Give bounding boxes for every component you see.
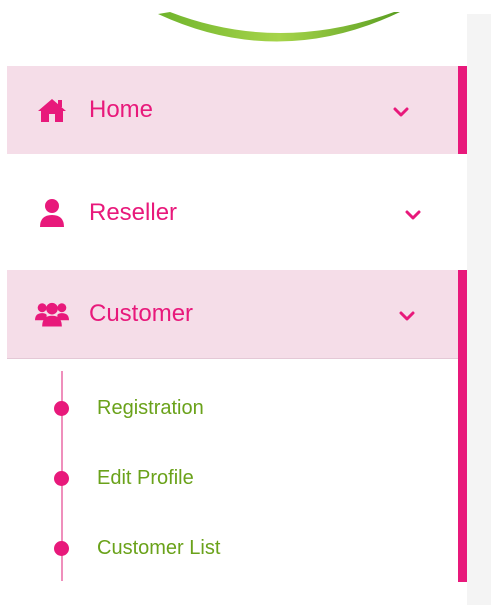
active-indicator — [458, 270, 467, 582]
bullet-dot-icon — [54, 541, 69, 556]
chevron-down-icon — [393, 107, 409, 117]
submenu-item-customer-list[interactable]: Customer List — [7, 528, 447, 568]
user-icon — [35, 198, 69, 228]
content-area — [467, 14, 491, 605]
bullet-dot-icon — [54, 401, 69, 416]
chevron-down-icon — [405, 210, 421, 220]
submenu-item-registration[interactable]: Registration — [7, 388, 447, 428]
sidebar-item-label: Customer — [89, 300, 194, 327]
sidebar-item-reseller[interactable]: Reseller — [7, 174, 458, 256]
submenu-item-label: Registration — [97, 397, 204, 419]
submenu-item-edit-profile[interactable]: Edit Profile — [7, 458, 447, 498]
sidebar-item-customer[interactable]: Customer — [7, 270, 458, 359]
sidebar: Home Reseller Customer Registration Edit… — [7, 0, 467, 605]
customer-submenu: Registration Edit Profile Customer List — [7, 359, 458, 583]
chevron-down-icon — [399, 311, 415, 321]
submenu-item-label: Edit Profile — [97, 467, 194, 489]
page: Home Reseller Customer Registration Edit… — [0, 0, 491, 605]
users-group-icon — [35, 299, 69, 329]
active-indicator — [458, 66, 467, 154]
sidebar-item-home[interactable]: Home — [7, 66, 467, 154]
home-icon — [35, 95, 69, 125]
submenu-item-label: Customer List — [97, 537, 221, 559]
bullet-dot-icon — [54, 471, 69, 486]
sidebar-item-label: Home — [89, 96, 154, 123]
sidebar-item-label: Reseller — [89, 199, 178, 226]
